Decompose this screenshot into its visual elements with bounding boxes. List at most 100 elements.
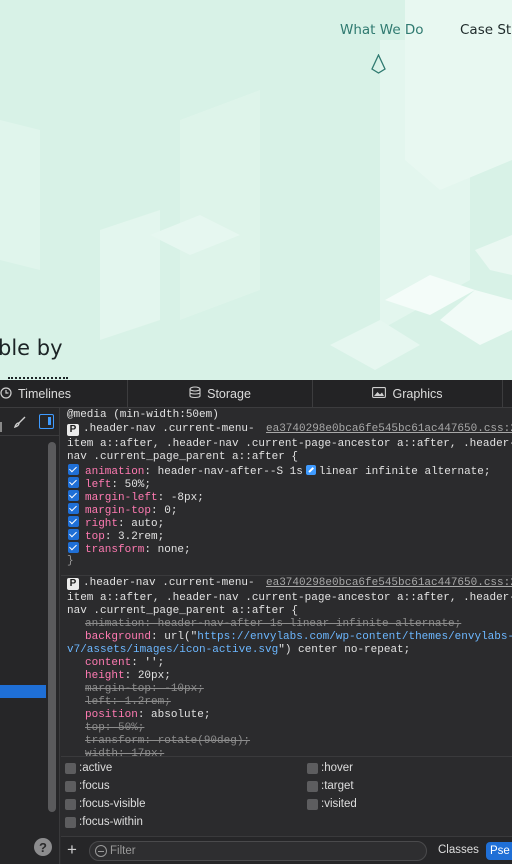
rule2-prop-background-cont: v7/assets/images/icon-active.svg") cente… — [67, 644, 410, 657]
rule-divider — [61, 575, 512, 576]
property-checkbox[interactable] — [68, 516, 79, 527]
property-checkbox[interactable] — [68, 503, 79, 514]
rule2-prop-height[interactable]: height: 20px; — [85, 670, 171, 683]
rule2-prop-animation-overridden[interactable]: animation: header-nav-after 1s linear in… — [85, 618, 461, 631]
pseudo-focus-toggle[interactable]: :focus — [65, 780, 110, 792]
rule1-prop-top[interactable]: top: 3.2rem; — [68, 529, 164, 543]
checkbox[interactable] — [65, 780, 76, 792]
tab-graphics[interactable]: Graphics — [313, 380, 503, 407]
pseudo-toggle-button[interactable]: Pse — [486, 842, 512, 860]
pseudo-focus-within-toggle[interactable]: :focus-within — [65, 816, 143, 828]
prop-value: none; — [157, 544, 191, 556]
checkbox[interactable] — [307, 798, 318, 810]
inspector-sidebar: ? — [0, 408, 60, 864]
tab-timelines-label: Timelines — [18, 386, 72, 401]
rule1-selector-line3: nav .current_page_parent a::after { — [67, 451, 299, 463]
rule1-prop-right[interactable]: right: auto; — [68, 516, 164, 530]
background-hexagons-graphic — [0, 0, 512, 370]
rule1-prop-margin-top[interactable]: margin-top: 0; — [68, 503, 177, 517]
property-checkbox[interactable] — [68, 464, 79, 475]
checkbox[interactable] — [65, 798, 76, 810]
checkbox[interactable] — [307, 780, 318, 792]
inspector-tab-bar: Timelines Storage Graphics — [0, 380, 512, 408]
rule1-prop-left[interactable]: left: 50%; — [68, 477, 151, 491]
rule1-source-link[interactable]: ea3740298e0bca6fe545bc61ac447650.css:2:3… — [266, 423, 512, 436]
prop-value-rest: linear infinite alternate; — [318, 466, 491, 478]
rule2-prop-left-overridden[interactable]: left: 1.2rem; — [85, 696, 171, 709]
checkbox[interactable] — [307, 762, 318, 774]
property-checkbox[interactable] — [68, 490, 79, 501]
selected-dom-node-row[interactable] — [0, 685, 46, 698]
pseudo-active-toggle[interactable]: :active — [65, 762, 112, 774]
rule2-header: P .header-nav .current-menu- — [67, 577, 255, 590]
hero-text: ble by — [0, 336, 63, 360]
tab-storage[interactable]: Storage — [128, 380, 313, 407]
page-origin-badge: P — [67, 424, 79, 436]
pseudo-class-toggles: :active :hover :focus :target :focus-vis… — [61, 756, 512, 836]
pseudo-label: :focus-visible — [79, 798, 146, 810]
checkbox[interactable] — [65, 762, 76, 774]
pseudo-target-toggle[interactable]: :target — [307, 780, 354, 792]
page-origin-badge: P — [67, 578, 79, 590]
database-icon — [189, 386, 201, 401]
pseudo-visited-toggle[interactable]: :visited — [307, 798, 357, 810]
rule2-selector-line2: item a::after, .header-nav .current-page… — [67, 592, 512, 604]
prop-name: content — [85, 657, 132, 669]
pseudo-hover-toggle[interactable]: :hover — [307, 762, 353, 774]
pseudo-label: :focus — [79, 780, 110, 792]
rule2-selector-line3: nav .current_page_parent a::after { — [67, 605, 299, 617]
nav-item-what-we-do[interactable]: What We Do — [340, 22, 424, 38]
background-url-link[interactable]: https://envylabs.com/wp-content/themes/e… — [197, 631, 512, 643]
add-rule-plus-icon[interactable]: + — [67, 840, 77, 860]
media-query: @media (min-width:50em) — [67, 409, 219, 421]
rule1-prop-transform[interactable]: transform: none; — [68, 542, 191, 556]
filter-placeholder: Filter — [110, 845, 136, 857]
rule1-prop-margin-left[interactable]: margin-left: -8px; — [68, 490, 204, 504]
pseudo-label: :hover — [321, 762, 353, 774]
styles-pane: @media (min-width:50em) P .header-nav .cu… — [61, 408, 512, 756]
prop-value: ''; — [144, 657, 165, 669]
property-checkbox[interactable] — [68, 542, 79, 553]
rule2-prop-top-overridden[interactable]: top: 50%; — [85, 722, 144, 735]
rule2-selector: .header-nav .current-menu- — [83, 577, 255, 589]
nav-item-case-studies[interactable]: Case Stu — [460, 22, 512, 38]
rule2-prop-margin-top-overridden[interactable]: margin-top: -10px; — [85, 683, 204, 696]
pseudo-label: :target — [321, 780, 354, 792]
help-icon[interactable]: ? — [34, 838, 52, 856]
tab-timelines[interactable]: Timelines — [0, 380, 128, 407]
hero-text-cutoff — [8, 372, 68, 380]
toolbar-divider — [0, 422, 2, 432]
classes-toggle-button[interactable]: Classes — [438, 844, 479, 856]
sidebar-toolbar — [0, 408, 60, 436]
rule2-prop-content[interactable]: content: ''; — [85, 657, 164, 670]
prop-value: 20px; — [137, 670, 171, 682]
image-icon — [372, 387, 387, 400]
toggle-details-sidebar-icon[interactable] — [39, 414, 54, 429]
paintbrush-icon[interactable] — [14, 416, 26, 428]
rule2-prop-position[interactable]: position: absolute; — [85, 709, 210, 722]
background-url-link-cont[interactable]: v7/assets/images/icon-active.svg — [67, 644, 278, 656]
rule2-prop-background[interactable]: background: url("https://envylabs.com/wp… — [85, 631, 512, 644]
active-nav-marker-icon — [371, 54, 386, 74]
prop-value: ") center no-repeat; — [278, 644, 411, 656]
easing-editor-icon[interactable] — [305, 465, 316, 475]
rule2-prop-transform-overridden[interactable]: transform: rotate(90deg); — [85, 735, 250, 748]
pseudo-focus-visible-toggle[interactable]: :focus-visible — [65, 798, 145, 810]
rule1-prop-animation[interactable]: animation: header-nav-after--S 1s linear … — [68, 464, 491, 478]
tab-storage-label: Storage — [207, 386, 251, 401]
checkbox[interactable] — [65, 816, 76, 828]
rule1-header: P .header-nav .current-menu- — [67, 423, 255, 436]
pseudo-label: :visited — [321, 798, 357, 810]
rule2-source-link[interactable]: ea3740298e0bca6fe545bc61ac447650.css:2:3… — [266, 577, 512, 590]
property-checkbox[interactable] — [68, 477, 79, 488]
prop-value: url(" — [164, 631, 198, 643]
tab-graphics-label: Graphics — [392, 386, 443, 401]
rule2-prop-width-overridden[interactable]: width: 17px; — [85, 748, 164, 756]
filter-icon — [95, 845, 107, 857]
rule1-selector-line2: item a::after, .header-nav .current-page… — [67, 438, 512, 450]
property-checkbox[interactable] — [68, 529, 79, 540]
clock-icon — [0, 386, 12, 401]
rule1-close-brace: } — [67, 555, 74, 567]
sidebar-scrollbar[interactable] — [48, 442, 56, 812]
filter-input[interactable]: Filter — [89, 841, 427, 861]
